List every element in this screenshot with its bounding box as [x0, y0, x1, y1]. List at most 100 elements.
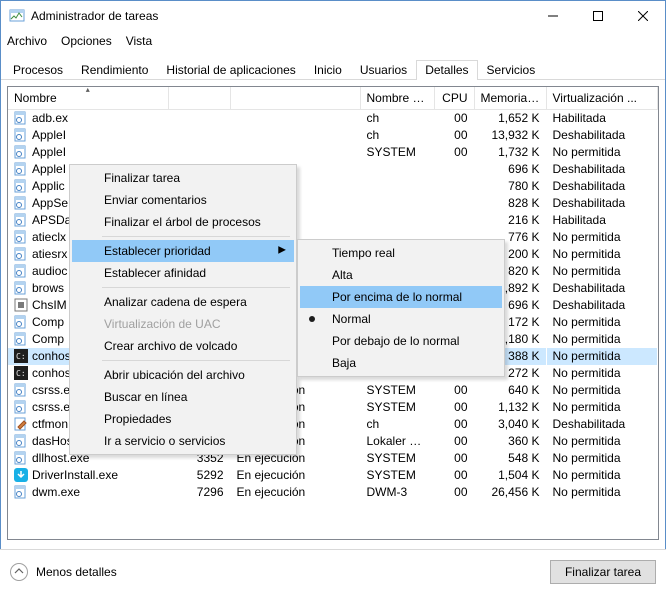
tab-procesos[interactable]: Procesos [4, 60, 72, 80]
process-name: AppleI [32, 145, 66, 159]
maximize-button[interactable] [575, 1, 620, 31]
tab-inicio[interactable]: Inicio [305, 60, 351, 80]
col-cpu[interactable]: CPU [434, 87, 474, 110]
process-pid: 5292 [168, 467, 230, 484]
col-status[interactable] [230, 87, 360, 110]
process-name: atieclx [32, 230, 66, 244]
process-mem: 13,932 K [474, 127, 546, 144]
menubar: Archivo Opciones Vista [1, 31, 665, 51]
col-virt[interactable]: Virtualización ... [546, 87, 658, 110]
table-row[interactable]: AppleISYSTEM001,732 KNo permitida [8, 144, 658, 161]
submenu-item[interactable]: Por debajo de lo normal [300, 330, 502, 352]
process-icon [14, 332, 28, 346]
process-status: En ejecución [230, 484, 360, 501]
process-virt: No permitida [546, 467, 658, 484]
end-task-button[interactable]: Finalizar tarea [550, 560, 656, 584]
process-status [230, 127, 360, 144]
process-icon [14, 179, 28, 193]
process-name: AppleI [32, 128, 66, 142]
submenu-item[interactable]: Por encima de lo normal [300, 286, 502, 308]
menu-item[interactable]: Crear archivo de volcado [72, 335, 294, 357]
menu-vista[interactable]: Vista [126, 34, 152, 48]
radio-dot-icon [309, 316, 315, 322]
menu-item: Virtualización de UAC [72, 313, 294, 335]
process-user: Lokaler Di... [360, 433, 434, 450]
menu-item[interactable]: Buscar en línea [72, 386, 294, 408]
table-row[interactable]: dwm.exe7296En ejecuciónDWM-30026,456 KNo… [8, 484, 658, 501]
process-cpu: 00 [434, 399, 474, 416]
process-virt: Deshabilitada [546, 280, 658, 297]
process-icon [14, 196, 28, 210]
process-mem: 696 K [474, 161, 546, 178]
process-icon [14, 383, 28, 397]
priority-submenu[interactable]: Tiempo realAltaPor encima de lo normalNo… [297, 239, 505, 377]
process-user: SYSTEM [360, 399, 434, 416]
process-icon [14, 400, 28, 414]
menu-item[interactable]: Analizar cadena de espera [72, 291, 294, 313]
minimize-button[interactable] [530, 1, 575, 31]
process-icon [14, 417, 28, 431]
process-user: SYSTEM [360, 467, 434, 484]
process-name: adb.ex [32, 111, 68, 125]
col-mem[interactable]: Memoria (... [474, 87, 546, 110]
process-name: AppSe [32, 196, 68, 210]
process-mem: 828 K [474, 195, 546, 212]
submenu-item[interactable]: Tiempo real [300, 242, 502, 264]
menu-separator [102, 287, 290, 288]
table-row[interactable]: DriverInstall.exe5292En ejecuciónSYSTEM0… [8, 467, 658, 484]
table-row[interactable]: adb.exch001,652 KHabilitada [8, 110, 658, 128]
menu-separator [102, 236, 290, 237]
process-icon [14, 162, 28, 176]
tab-rendimiento[interactable]: Rendimiento [72, 60, 157, 80]
close-button[interactable] [620, 1, 665, 31]
process-user [360, 195, 434, 212]
tab-servicios[interactable]: Servicios [478, 60, 545, 80]
table-row[interactable]: AppleI ch0013,932 KDeshabilitada [8, 127, 658, 144]
process-pid [168, 144, 230, 161]
fewer-details-label[interactable]: Menos detalles [36, 565, 117, 579]
process-icon [14, 298, 28, 312]
tabbar: Procesos Rendimiento Historial de aplica… [1, 55, 665, 80]
submenu-item[interactable]: Normal [300, 308, 502, 330]
process-icon [14, 468, 28, 482]
process-name: ChsIM [32, 298, 67, 312]
process-cpu [434, 178, 474, 195]
process-icon: C: [14, 349, 28, 363]
tab-usuarios[interactable]: Usuarios [351, 60, 416, 80]
process-name: DriverInstall.exe [32, 468, 118, 482]
menu-item[interactable]: Abrir ubicación del archivo [72, 364, 294, 386]
process-cpu: 00 [434, 433, 474, 450]
menu-item[interactable]: Establecer prioridad▶ [72, 240, 294, 262]
process-virt: No permitida [546, 399, 658, 416]
col-name[interactable]: ▴Nombre [8, 87, 168, 110]
menu-archivo[interactable]: Archivo [7, 34, 47, 48]
process-virt: Deshabilitada [546, 127, 658, 144]
menu-item[interactable]: Finalizar tarea [72, 167, 294, 189]
process-status: En ejecución [230, 467, 360, 484]
menu-item[interactable]: Establecer afinidad [72, 262, 294, 284]
process-name: Applic [32, 179, 65, 193]
footer: Menos detalles Finalizar tarea [0, 549, 666, 593]
process-virt: No permitida [546, 433, 658, 450]
tab-detalles[interactable]: Detalles [416, 60, 477, 80]
process-virt: No permitida [546, 144, 658, 161]
submenu-item[interactable]: Alta [300, 264, 502, 286]
process-mem: 640 K [474, 382, 546, 399]
col-user[interactable]: Nombre d... [360, 87, 434, 110]
menu-item[interactable]: Ir a servicio o servicios [72, 430, 294, 452]
fewer-details-icon[interactable] [10, 563, 28, 581]
process-virt: No permitida [546, 246, 658, 263]
col-pid[interactable] [168, 87, 230, 110]
menu-item[interactable]: Finalizar el árbol de procesos [72, 211, 294, 233]
menu-item[interactable]: Enviar comentarios [72, 189, 294, 211]
process-user: SYSTEM [360, 144, 434, 161]
menu-opciones[interactable]: Opciones [61, 34, 112, 48]
process-user: DWM-3 [360, 484, 434, 501]
process-user: ch [360, 127, 434, 144]
menu-item[interactable]: Propiedades [72, 408, 294, 430]
process-cpu: 00 [434, 144, 474, 161]
tab-historial[interactable]: Historial de aplicaciones [157, 60, 304, 80]
context-menu[interactable]: Finalizar tareaEnviar comentariosFinaliz… [69, 164, 297, 455]
submenu-item[interactable]: Baja [300, 352, 502, 374]
process-cpu: 00 [434, 127, 474, 144]
